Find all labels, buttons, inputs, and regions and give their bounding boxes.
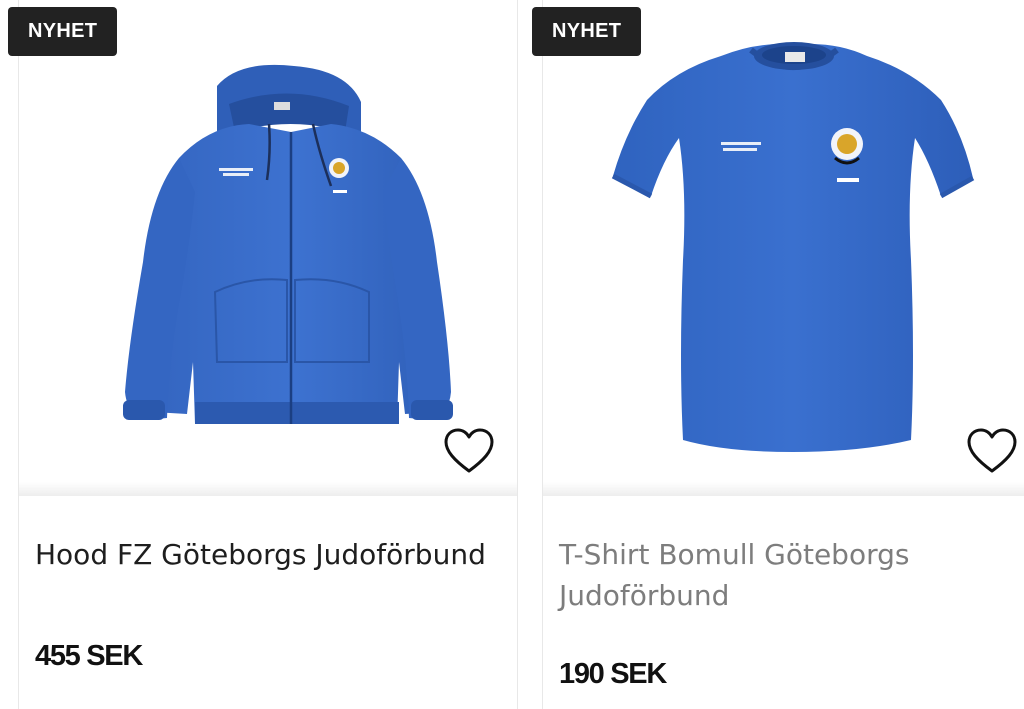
wishlist-heart-icon[interactable]: [965, 427, 1019, 477]
product-card[interactable]: T-Shirt Bomull Göteborgs Judoförbund 190…: [542, 0, 1024, 709]
product-image-area[interactable]: [19, 0, 517, 496]
tshirt-image[interactable]: [611, 40, 975, 454]
wishlist-heart-icon[interactable]: [442, 427, 496, 477]
product-image-area[interactable]: [543, 0, 1024, 496]
product-price: 190 SEK: [559, 658, 667, 690]
product-title[interactable]: Hood FZ Göteborgs Judoförbund: [35, 534, 495, 575]
product-title[interactable]: T-Shirt Bomull Göteborgs Judoförbund: [559, 534, 979, 616]
hoodie-image[interactable]: [99, 62, 459, 434]
product-price: 455 SEK: [35, 640, 143, 672]
product-grid: Hood FZ Göteborgs Judoförbund 455 SEK T-…: [0, 0, 1024, 709]
product-card[interactable]: Hood FZ Göteborgs Judoförbund 455 SEK: [18, 0, 518, 709]
new-badge: NYHET: [8, 7, 118, 56]
new-badge: NYHET: [532, 7, 642, 56]
